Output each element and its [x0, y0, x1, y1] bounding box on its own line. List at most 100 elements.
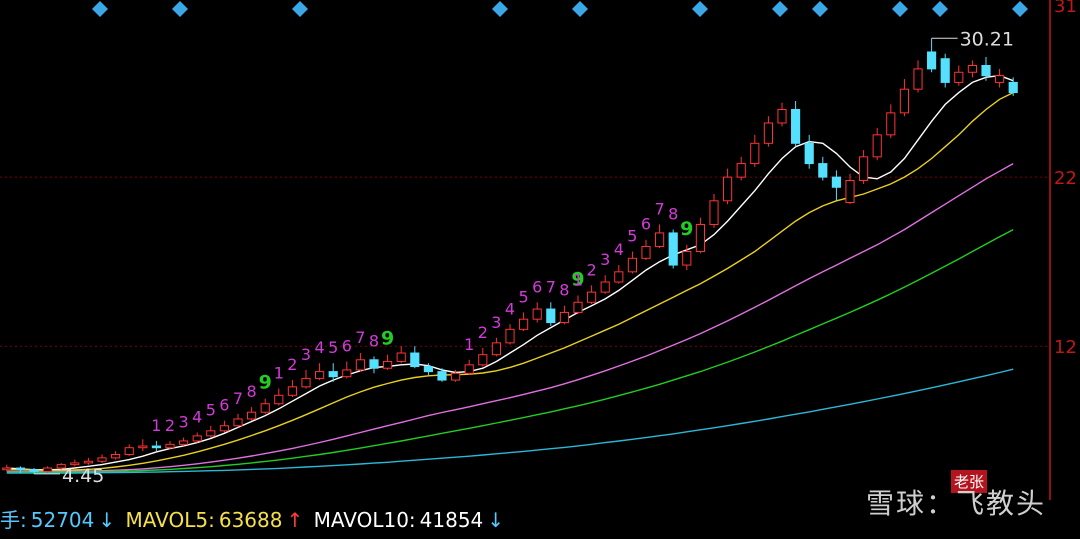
candle-body [573, 301, 583, 313]
candle-body [532, 308, 542, 320]
candle-body [804, 142, 814, 165]
diamond-marker-icon [492, 1, 508, 17]
td-count-label: 7 [233, 389, 243, 408]
candle-body [260, 403, 270, 413]
td-count-label: 6 [219, 396, 229, 415]
vol-value: 52704 [30, 508, 95, 532]
mavol5-value: 63688 [218, 508, 283, 532]
candle-body [151, 445, 161, 449]
candle-body [464, 364, 474, 374]
candle-body [614, 271, 624, 283]
candle-body [967, 65, 977, 73]
candle-body [859, 156, 869, 182]
candle-body [423, 366, 433, 373]
diamond-marker-icon [772, 1, 788, 17]
td-count-label: 4 [614, 240, 624, 259]
td-count-label: 1 [274, 364, 284, 383]
volume-indicator-bar: 手: 52704 ↓ MAVOL5: 63688 ↑ MAVOL10: 41854 ↓ [0, 502, 1050, 539]
candle-body [315, 371, 325, 379]
td-count-label: 5 [328, 338, 338, 357]
candle-body [2, 467, 12, 471]
candle-body [791, 108, 801, 144]
candle-body [546, 308, 556, 324]
candle-body [682, 251, 692, 266]
axis-top-label: 31 [1054, 0, 1077, 17]
td-count-label: 3 [179, 413, 189, 432]
td-count-label: 2 [587, 260, 597, 279]
candle-body [954, 71, 964, 83]
candle-body [641, 245, 651, 259]
td-count-label: 4 [315, 338, 325, 357]
td-count-label: 5 [627, 227, 637, 246]
mavol5-label: MAVOL5: [125, 508, 215, 532]
candle-body [927, 51, 937, 70]
candle-body [940, 58, 950, 83]
diamond-marker-icon [572, 1, 588, 17]
diamond-marker-icon [932, 1, 948, 17]
candle-body [97, 457, 107, 462]
candle-body [709, 200, 719, 225]
candle-body [1008, 81, 1018, 94]
td-sequence-labels: 1 2 3 4 5 6 7 8 9 1 23 4 5 6 7 8 9 123456 7 8 91234567 89 [151, 199, 693, 434]
candle-body [587, 291, 597, 303]
td-count-label: 6 [641, 215, 651, 234]
candle-body [451, 372, 461, 381]
candle-body [886, 112, 896, 136]
candle-body [736, 163, 746, 178]
td-count-label: 7 [546, 277, 556, 296]
mavol10-arrow-icon: ↓ [487, 508, 505, 532]
candle-body [287, 386, 297, 396]
candle-body [410, 352, 420, 368]
ma-line-ma5 [6, 74, 1014, 471]
td-count-label: 3 [491, 313, 501, 332]
ma-line-ma10 [6, 91, 1014, 472]
diamond-marker-icon [92, 1, 108, 17]
candle-body [559, 311, 569, 324]
candle-body [124, 447, 134, 455]
candle-body [369, 359, 379, 369]
candle-body [519, 318, 529, 330]
low-label: 4.45 [62, 465, 104, 487]
candle-body [274, 394, 284, 405]
td-count-label: 8 [559, 281, 569, 300]
candle-body [29, 469, 39, 472]
diamond-marker-icon [172, 1, 188, 17]
diamond-marker-icon [292, 1, 308, 17]
candlestick-chart: 1 2 3 4 5 6 7 8 9 1 23 4 5 6 7 8 9 123456 7 8 91234567 89 30.… [0, 0, 1077, 500]
candle-body [355, 359, 365, 371]
diamond-marker-icon [692, 1, 708, 17]
candle-body [478, 354, 488, 366]
candle-body [328, 371, 338, 378]
td-count-label: 6 [342, 336, 352, 355]
candle-body [83, 460, 93, 464]
candle-body [845, 180, 855, 203]
td-count-label: 4 [192, 407, 202, 426]
candle-body [600, 281, 610, 293]
td-count-label: 2 [165, 416, 175, 435]
candle-body [247, 411, 257, 420]
candle-body [179, 440, 189, 445]
td-count-label: 7 [355, 328, 365, 347]
td-count-label: 7 [655, 199, 665, 218]
vol-label: 手: [0, 508, 27, 532]
candle-body [15, 467, 25, 471]
candle-body [777, 108, 787, 124]
candle-body [627, 257, 637, 273]
candle-body [505, 328, 515, 344]
mavol10-value: 41854 [419, 508, 484, 532]
candle-body [981, 65, 991, 77]
td-count-label: 2 [287, 355, 297, 374]
td-count-label: 4 [505, 299, 515, 318]
axis-tick-label: 12 [1054, 337, 1077, 358]
td-count-label: 2 [478, 323, 488, 342]
moving-average-lines [6, 74, 1014, 474]
candle-body [750, 142, 760, 165]
diamond-marker-icon [1012, 1, 1028, 17]
candle-body [396, 352, 406, 362]
candle-body [111, 453, 121, 459]
td-count-label: 8 [247, 382, 257, 401]
candle-body [233, 418, 243, 427]
candle-body [138, 445, 148, 449]
candles [2, 38, 1018, 474]
diamond-marker-icon [812, 1, 828, 17]
